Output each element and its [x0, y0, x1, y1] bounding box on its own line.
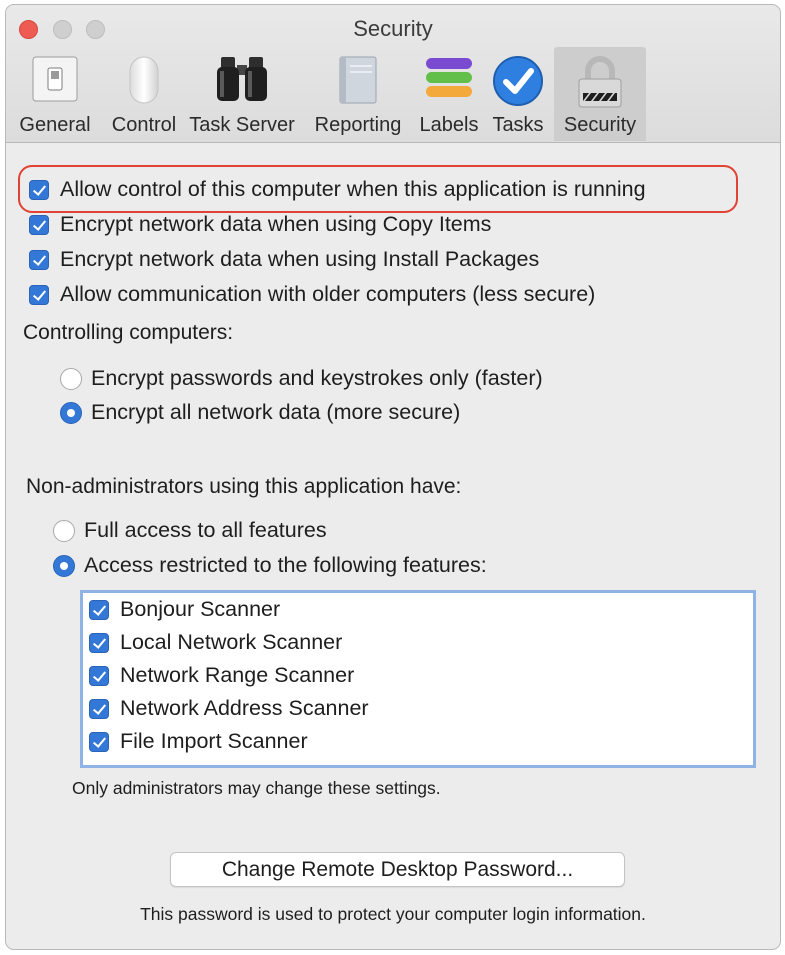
binoculars-icon	[215, 55, 269, 110]
tab-task-server[interactable]: Task Server	[188, 47, 296, 141]
tab-security[interactable]: Security	[554, 47, 646, 141]
restricted-access-radio[interactable]: Access restricted to the following featu…	[53, 553, 487, 578]
allow-older-computers-checkbox[interactable]: Allow communication with older computers…	[29, 282, 595, 307]
full-access-label: Full access to all features	[84, 518, 327, 542]
checkbox-checked[interactable]	[29, 284, 49, 305]
switch-icon	[32, 55, 78, 108]
feature-label: Network Address Scanner	[120, 696, 369, 720]
checkbox-checked[interactable]	[89, 698, 109, 719]
encrypt-passwords-only-radio[interactable]: Encrypt passwords and keystrokes only (f…	[60, 366, 543, 391]
feature-network-range-scanner-checkbox[interactable]: Network Range Scanner	[89, 663, 354, 688]
feature-local-network-scanner-checkbox[interactable]: Local Network Scanner	[89, 630, 342, 655]
padlock-icon	[576, 55, 624, 114]
checkbox-checked[interactable]	[89, 599, 109, 620]
checkbox-checked[interactable]	[29, 179, 49, 200]
radio-selected[interactable]	[53, 554, 75, 577]
feature-label: Network Range Scanner	[120, 663, 355, 687]
encrypt-all-data-label: Encrypt all network data (more secure)	[91, 400, 461, 424]
allow-control-checkbox[interactable]: Allow control of this computer when this…	[29, 177, 646, 202]
feature-label: Bonjour Scanner	[120, 597, 281, 621]
feature-network-address-scanner-checkbox[interactable]: Network Address Scanner	[89, 696, 369, 721]
checkmark-circle-icon	[492, 55, 544, 112]
radio-unselected[interactable]	[53, 519, 75, 542]
tab-task-server-label: Task Server	[189, 114, 295, 136]
labels-stack-icon	[425, 55, 473, 110]
non-admin-heading: Non-administrators using this applicatio…	[26, 475, 462, 498]
preferences-toolbar: Security General Control Task Server Rep…	[6, 5, 780, 143]
feature-label: Local Network Scanner	[120, 630, 343, 654]
tab-tasks[interactable]: Tasks	[488, 47, 548, 141]
encrypt-copy-items-label: Encrypt network data when using Copy Ite…	[60, 212, 492, 236]
tab-labels-label: Labels	[419, 114, 479, 136]
tab-security-label: Security	[563, 114, 637, 136]
tab-control-label: Control	[111, 114, 177, 136]
tab-control[interactable]: Control	[102, 47, 186, 141]
allow-older-computers-label: Allow communication with older computers…	[60, 282, 596, 306]
feature-file-import-scanner-checkbox[interactable]: File Import Scanner	[89, 729, 308, 754]
checkbox-checked[interactable]	[89, 632, 109, 653]
controlling-computers-heading: Controlling computers:	[23, 321, 234, 344]
tab-general-label: General	[19, 114, 91, 136]
tab-labels[interactable]: Labels	[414, 47, 484, 141]
security-preferences-window: Security General Control Task Server Rep…	[5, 4, 781, 950]
encrypt-copy-items-checkbox[interactable]: Encrypt network data when using Copy Ite…	[29, 212, 491, 237]
radio-unselected[interactable]	[60, 367, 82, 390]
admin-only-note: Only administrators may change these set…	[72, 778, 441, 798]
feature-bonjour-scanner-checkbox[interactable]: Bonjour Scanner	[89, 597, 280, 622]
encrypt-all-data-radio[interactable]: Encrypt all network data (more secure)	[60, 400, 460, 425]
allow-control-label: Allow control of this computer when this…	[60, 177, 646, 201]
mouse-icon	[127, 55, 161, 110]
checkbox-checked[interactable]	[89, 731, 109, 752]
tab-reporting-label: Reporting	[314, 114, 402, 136]
change-password-button[interactable]: Change Remote Desktop Password...	[170, 852, 625, 887]
full-access-radio[interactable]: Full access to all features	[53, 518, 327, 543]
password-note: This password is used to protect your co…	[140, 904, 646, 924]
checkbox-checked[interactable]	[29, 214, 49, 235]
encrypt-install-packages-checkbox[interactable]: Encrypt network data when using Install …	[29, 247, 539, 272]
checkbox-checked[interactable]	[89, 665, 109, 686]
radio-selected[interactable]	[60, 401, 82, 424]
encrypt-passwords-only-label: Encrypt passwords and keystrokes only (f…	[91, 366, 543, 390]
checkbox-checked[interactable]	[29, 249, 49, 270]
encrypt-install-packages-label: Encrypt network data when using Install …	[60, 247, 540, 271]
feature-label: File Import Scanner	[120, 729, 308, 753]
restricted-access-label: Access restricted to the following featu…	[84, 553, 487, 577]
tab-general[interactable]: General	[14, 47, 96, 141]
tab-tasks-label: Tasks	[492, 114, 544, 136]
window-title: Security	[353, 16, 433, 41]
report-book-icon	[338, 55, 378, 110]
tab-reporting[interactable]: Reporting	[311, 47, 405, 141]
